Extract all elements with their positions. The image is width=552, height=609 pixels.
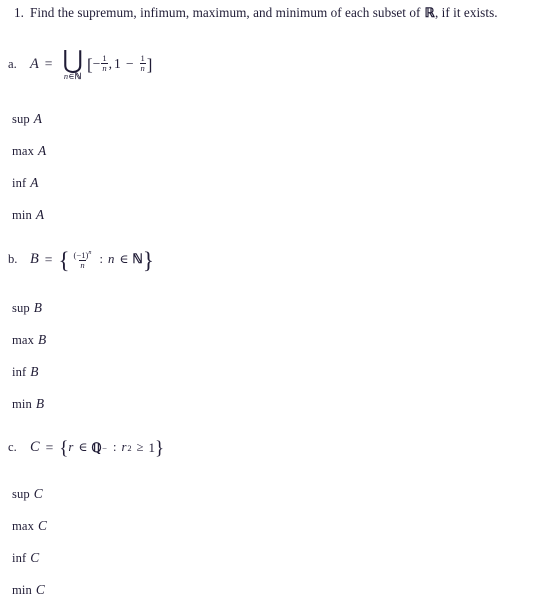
operator-min-b: min bbox=[12, 397, 32, 411]
part-c-marker: c. bbox=[8, 440, 17, 454]
equals-sign-c: = bbox=[45, 439, 54, 455]
union-subscript-set: ℕ bbox=[74, 72, 82, 81]
set-body-b: (−1)n n : n ∈ ℕ bbox=[70, 248, 143, 270]
operator-sup-a: sup bbox=[12, 112, 30, 126]
answer-min-c: min C bbox=[12, 582, 45, 598]
operand-inf-c: C bbox=[30, 550, 40, 565]
answer-sup-b: sup B bbox=[12, 300, 42, 316]
condition-exponent-c: 2 bbox=[127, 442, 132, 453]
set-open-brace-c: { bbox=[59, 437, 69, 459]
relation-symbol-c: ≥ bbox=[136, 440, 144, 454]
condition-var-b: n bbox=[107, 251, 115, 266]
union-symbol: ⋃ bbox=[62, 47, 83, 74]
set-name-b: B bbox=[30, 251, 39, 267]
part-b-marker: b. bbox=[8, 252, 18, 266]
problem-number: 1. bbox=[14, 5, 24, 20]
interval-separator: , bbox=[108, 56, 113, 71]
sequence-denominator: n bbox=[79, 259, 86, 270]
operator-sup-c: sup bbox=[12, 487, 30, 501]
rationals-symbol-c: ℚ bbox=[91, 439, 102, 455]
answer-sup-c: sup C bbox=[12, 486, 43, 502]
sequence-fraction: (−1)n n bbox=[73, 248, 93, 270]
condition-var-c: r bbox=[121, 440, 127, 454]
answer-inf-a: inf A bbox=[12, 175, 39, 191]
interval-close-bracket: ] bbox=[146, 55, 153, 74]
answer-inf-b: inf B bbox=[12, 364, 39, 380]
set-open-brace-b: { bbox=[58, 247, 70, 273]
set-name-a: A bbox=[30, 55, 39, 72]
interval-left-fraction: 1 n bbox=[101, 52, 108, 74]
union-operator: ⋃ n∈ℕ bbox=[62, 47, 83, 82]
operator-max-a: max bbox=[12, 144, 34, 158]
rationals-negative-superscript: − bbox=[102, 442, 107, 453]
part-c-expression: C = { r ∈ ℚ − : r2 ≥ 1 } bbox=[30, 437, 165, 459]
naturals-symbol-b: ℕ bbox=[132, 251, 143, 267]
part-a-expression: A = ⋃ n∈ℕ [ − 1 n , 1 − 1 n ] bbox=[30, 47, 153, 82]
set-builder-colon-c: : bbox=[112, 440, 117, 454]
operator-inf-b: inf bbox=[12, 365, 27, 379]
operand-min-c: C bbox=[35, 582, 45, 597]
set-body-c: r ∈ ℚ − : r2 ≥ 1 bbox=[68, 440, 155, 456]
operand-sup-a: A bbox=[33, 111, 43, 126]
operand-sup-c: C bbox=[33, 486, 43, 501]
part-b-expression: B = { (−1)n n : n ∈ ℕ } bbox=[30, 247, 154, 273]
answer-sup-a: sup A bbox=[12, 111, 42, 127]
sequence-numerator-base: (−1) bbox=[73, 249, 89, 260]
part-c-definition: c. C = { r ∈ ℚ − : r2 ≥ 1 } bbox=[8, 437, 165, 459]
membership-symbol-b: ∈ bbox=[119, 251, 129, 266]
operand-inf-a: A bbox=[30, 175, 39, 190]
answer-min-b: min B bbox=[12, 396, 44, 412]
operator-min-c: min bbox=[12, 583, 32, 597]
operand-min-a: A bbox=[35, 207, 45, 222]
real-numbers-symbol: ℝ bbox=[424, 5, 435, 20]
operator-max-c: max bbox=[12, 519, 34, 533]
problem-statement: 1. Find the supremum, infimum, maximum, a… bbox=[14, 5, 498, 21]
union-subscript: n∈ℕ bbox=[64, 72, 82, 82]
interval-right-leading: 1 bbox=[114, 56, 121, 71]
operator-max-b: max bbox=[12, 333, 34, 347]
operand-max-b: B bbox=[37, 332, 47, 347]
answer-inf-c: inf C bbox=[12, 550, 39, 566]
set-close-brace-b: } bbox=[142, 247, 154, 273]
part-a-definition: a. A = ⋃ n∈ℕ [ − 1 n , 1 − 1 n ] bbox=[8, 47, 153, 82]
operand-min-b: B bbox=[35, 396, 45, 411]
left-fraction-numerator: 1 bbox=[102, 52, 107, 63]
operator-inf-c: inf bbox=[12, 551, 27, 565]
problem-text-after: , if it exists. bbox=[434, 5, 498, 20]
operand-max-a: A bbox=[37, 143, 47, 158]
operand-sup-b: B bbox=[33, 300, 43, 315]
interval-left-sign: − bbox=[92, 56, 101, 71]
operator-sup-b: sup bbox=[12, 301, 30, 315]
operator-inf-a: inf bbox=[12, 176, 27, 190]
part-a-marker: a. bbox=[8, 56, 17, 71]
answer-max-a: max A bbox=[12, 143, 46, 159]
left-fraction-denominator: n bbox=[101, 62, 108, 73]
set-name-c: C bbox=[30, 439, 40, 455]
interval-open-bracket: [ bbox=[86, 55, 93, 74]
element-var-c: r bbox=[68, 440, 74, 454]
part-b-definition: b. B = { (−1)n n : n ∈ ℕ } bbox=[8, 247, 154, 273]
set-close-brace-c: } bbox=[155, 437, 165, 459]
operand-inf-b: B bbox=[30, 364, 39, 379]
interval-right-fraction: 1 n bbox=[139, 52, 146, 74]
operand-max-c: C bbox=[37, 518, 48, 533]
right-fraction-numerator: 1 bbox=[140, 52, 145, 63]
answer-max-c: max C bbox=[12, 518, 47, 534]
equals-sign-b: = bbox=[44, 251, 53, 267]
right-fraction-denominator: n bbox=[139, 62, 146, 73]
worksheet-page: 1. Find the supremum, infimum, maximum, a… bbox=[0, 0, 552, 609]
sequence-numerator-exponent: n bbox=[88, 248, 92, 256]
sequence-numerator: (−1)n bbox=[73, 248, 93, 260]
set-builder-colon-b: : bbox=[99, 251, 103, 266]
answer-min-a: min A bbox=[12, 207, 44, 223]
problem-text-before: Find the supremum, infimum, maximum, and… bbox=[30, 5, 421, 20]
interval-right-minus: − bbox=[125, 56, 134, 71]
operator-min-a: min bbox=[12, 208, 32, 222]
equals-sign-a: = bbox=[44, 56, 53, 71]
answer-max-b: max B bbox=[12, 332, 46, 348]
membership-symbol-c: ∈ bbox=[78, 440, 88, 454]
